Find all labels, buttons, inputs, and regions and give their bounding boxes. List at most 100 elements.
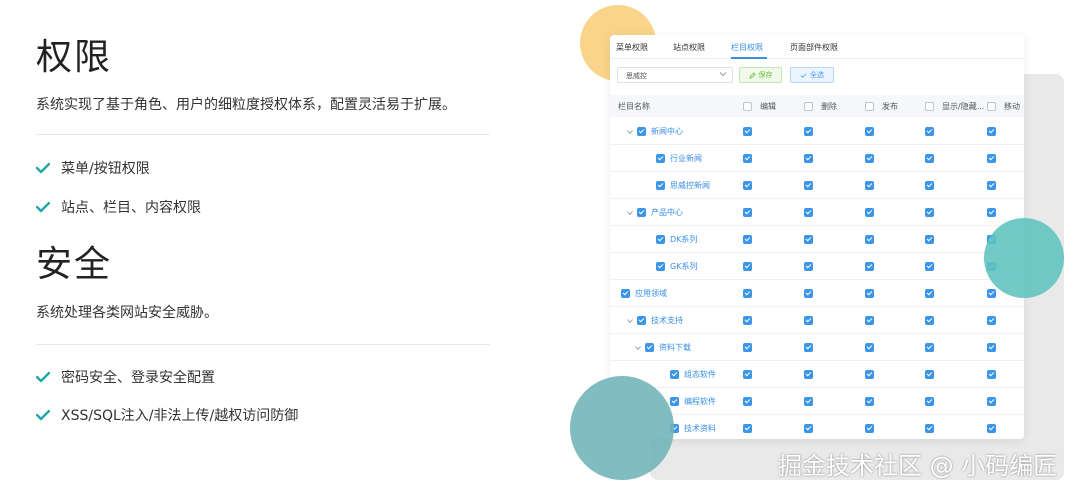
permission-checkbox[interactable] <box>925 208 934 217</box>
column-header-label: 显示/隐藏... <box>942 102 985 111</box>
chevron-down-icon[interactable] <box>634 344 642 352</box>
permissions-description: 系统实现了基于角色、用户的细粒度授权体系，配置灵活易于扩展。 <box>36 97 456 113</box>
permission-checkbox[interactable] <box>743 316 752 325</box>
permission-checkbox[interactable] <box>743 181 752 190</box>
checkbox[interactable] <box>804 102 813 111</box>
column-header-label: 移动 <box>1004 102 1020 111</box>
checkbox[interactable] <box>637 208 646 217</box>
column-header-edit[interactable]: 编辑 <box>743 101 776 112</box>
checkbox[interactable] <box>670 397 679 406</box>
permission-checkbox[interactable] <box>743 289 752 298</box>
checkbox[interactable] <box>670 370 679 379</box>
tree-node-label: 应用领域 <box>635 289 667 298</box>
permission-checkbox[interactable] <box>987 181 996 190</box>
permission-checkbox[interactable] <box>987 208 996 217</box>
permission-checkbox[interactable] <box>804 262 813 271</box>
permission-checkbox[interactable] <box>925 289 934 298</box>
tab-site-permission[interactable]: 站点权限 <box>673 42 705 53</box>
permission-checkbox[interactable] <box>987 343 996 352</box>
table-header: 栏目名称 编辑 删除 发布 显示/隐藏... 移动 <box>610 95 1024 117</box>
chevron-down-icon[interactable] <box>626 128 634 136</box>
decorative-circle-teal <box>984 218 1064 298</box>
permission-checkbox[interactable] <box>925 370 934 379</box>
tab-widget-permission[interactable]: 页面部件权限 <box>790 42 838 53</box>
permission-checkbox[interactable] <box>865 343 874 352</box>
permission-checkbox[interactable] <box>804 397 813 406</box>
permission-checkbox[interactable] <box>987 316 996 325</box>
chevron-down-icon[interactable] <box>626 317 634 325</box>
checkbox[interactable] <box>637 316 646 325</box>
watermark: 掘金技术社区 @ 小码编匠 <box>778 452 1058 480</box>
permission-checkbox[interactable] <box>925 181 934 190</box>
permission-checkbox[interactable] <box>743 370 752 379</box>
permission-checkbox[interactable] <box>804 127 813 136</box>
column-header-move[interactable]: 移动 <box>987 101 1020 112</box>
permission-checkbox[interactable] <box>743 262 752 271</box>
checkbox[interactable] <box>743 102 752 111</box>
tree-node: 新闻中心 <box>626 126 683 137</box>
permission-checkbox[interactable] <box>804 316 813 325</box>
permission-checkbox[interactable] <box>743 208 752 217</box>
permission-checkbox[interactable] <box>865 316 874 325</box>
permission-checkbox[interactable] <box>987 370 996 379</box>
checkbox[interactable] <box>656 235 665 244</box>
permission-checkbox[interactable] <box>804 208 813 217</box>
checkbox[interactable] <box>637 127 646 136</box>
select-all-button[interactable]: 全选 <box>790 67 834 83</box>
permission-checkbox[interactable] <box>804 424 813 433</box>
checkbox[interactable] <box>645 343 654 352</box>
chevron-down-icon[interactable] <box>626 209 634 217</box>
permission-checkbox[interactable] <box>865 181 874 190</box>
column-header-visibility[interactable]: 显示/隐藏... <box>925 101 984 112</box>
column-header-delete[interactable]: 删除 <box>804 101 837 112</box>
permission-checkbox[interactable] <box>925 343 934 352</box>
permission-checkbox[interactable] <box>925 397 934 406</box>
permission-checkbox[interactable] <box>743 235 752 244</box>
permission-checkbox[interactable] <box>925 235 934 244</box>
permission-checkbox[interactable] <box>987 397 996 406</box>
permission-checkbox[interactable] <box>925 127 934 136</box>
tab-column-permission[interactable]: 栏目权限 <box>731 42 763 53</box>
permission-checkbox[interactable] <box>925 262 934 271</box>
permission-checkbox[interactable] <box>804 235 813 244</box>
permission-checkbox[interactable] <box>987 127 996 136</box>
permission-checkbox[interactable] <box>865 262 874 271</box>
checkbox[interactable] <box>865 102 874 111</box>
select-all-button-label: 全选 <box>810 71 824 79</box>
checkbox[interactable] <box>656 154 665 163</box>
divider <box>36 344 490 345</box>
permission-checkbox[interactable] <box>925 154 934 163</box>
permission-checkbox[interactable] <box>743 397 752 406</box>
checkbox[interactable] <box>925 102 934 111</box>
permission-checkbox[interactable] <box>865 424 874 433</box>
permission-checkbox[interactable] <box>743 154 752 163</box>
checkbox[interactable] <box>656 262 665 271</box>
permission-checkbox[interactable] <box>987 154 996 163</box>
permission-checkbox[interactable] <box>743 424 752 433</box>
checkbox[interactable] <box>656 181 665 190</box>
permission-checkbox[interactable] <box>865 397 874 406</box>
save-button[interactable]: 保存 <box>739 67 782 83</box>
tab-menu-permission[interactable]: 菜单权限 <box>616 42 648 53</box>
checkbox[interactable] <box>987 102 996 111</box>
permission-checkbox[interactable] <box>925 424 934 433</box>
permission-checkbox[interactable] <box>804 370 813 379</box>
column-header-publish[interactable]: 发布 <box>865 101 898 112</box>
permission-checkbox[interactable] <box>865 208 874 217</box>
site-select[interactable]: 思威控 <box>617 67 733 83</box>
permission-checkbox[interactable] <box>865 154 874 163</box>
permission-checkbox[interactable] <box>804 181 813 190</box>
permission-checkbox[interactable] <box>865 289 874 298</box>
permission-checkbox[interactable] <box>925 316 934 325</box>
permission-checkbox[interactable] <box>804 154 813 163</box>
permission-checkbox[interactable] <box>865 127 874 136</box>
permission-checkbox[interactable] <box>804 343 813 352</box>
permission-checkbox[interactable] <box>865 370 874 379</box>
permission-checkbox[interactable] <box>987 289 996 298</box>
permission-checkbox[interactable] <box>743 127 752 136</box>
permission-checkbox[interactable] <box>987 424 996 433</box>
permission-checkbox[interactable] <box>865 235 874 244</box>
permission-checkbox[interactable] <box>743 343 752 352</box>
checkbox[interactable] <box>621 289 630 298</box>
permission-checkbox[interactable] <box>804 289 813 298</box>
